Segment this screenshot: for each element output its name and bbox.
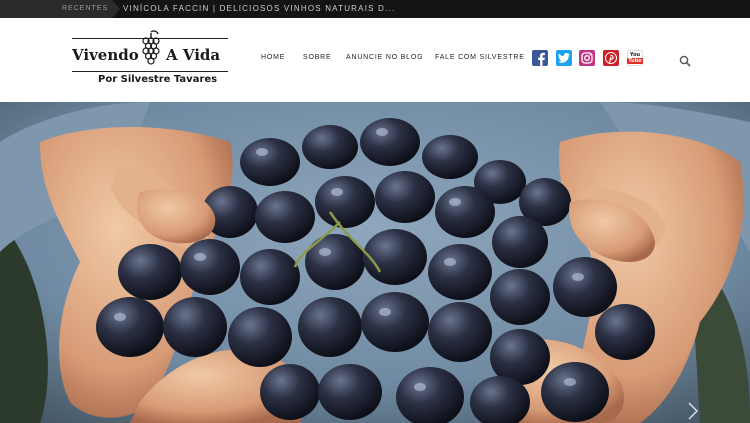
site-header: Vivendo A Vida Por Silvestre Tavares HOM… <box>0 18 750 102</box>
grape-cluster-icon <box>142 30 160 65</box>
nav-item-fale-com-silvestre[interactable]: FALE COM SILVESTRE <box>435 54 525 61</box>
nav-item-anuncie[interactable]: ANUNCIE NO BLOG <box>346 54 423 61</box>
nav-item-sobre[interactable]: SOBRE <box>303 54 332 61</box>
logo-bottom-rule <box>72 71 228 72</box>
ticker-label: Recentes <box>0 0 120 18</box>
logo-title-right: A Vida <box>166 46 221 64</box>
youtube-icon[interactable]: You Tube <box>627 50 643 66</box>
hero-slider <box>0 102 750 423</box>
logo-subtitle: Por Silvestre Tavares <box>98 74 218 85</box>
search-icon[interactable] <box>679 55 691 67</box>
recent-posts-ticker: Recentes VINÍCOLA FACCIN | DELICIOSOS VI… <box>0 0 750 18</box>
ticker-headline-link[interactable]: VINÍCOLA FACCIN | DELICIOSOS VINHOS NATU… <box>123 0 395 18</box>
pinterest-icon[interactable] <box>603 50 619 66</box>
twitter-icon[interactable] <box>556 50 572 66</box>
hero-image-grapes <box>0 102 750 423</box>
logo-title-left: Vivendo <box>72 46 139 64</box>
nav-item-home[interactable]: HOME <box>261 54 285 61</box>
facebook-icon[interactable] <box>532 50 548 66</box>
chevron-right-icon[interactable] <box>688 402 698 420</box>
site-logo[interactable]: Vivendo A Vida Por Silvestre Tavares <box>70 30 230 88</box>
instagram-icon[interactable] <box>579 50 595 66</box>
